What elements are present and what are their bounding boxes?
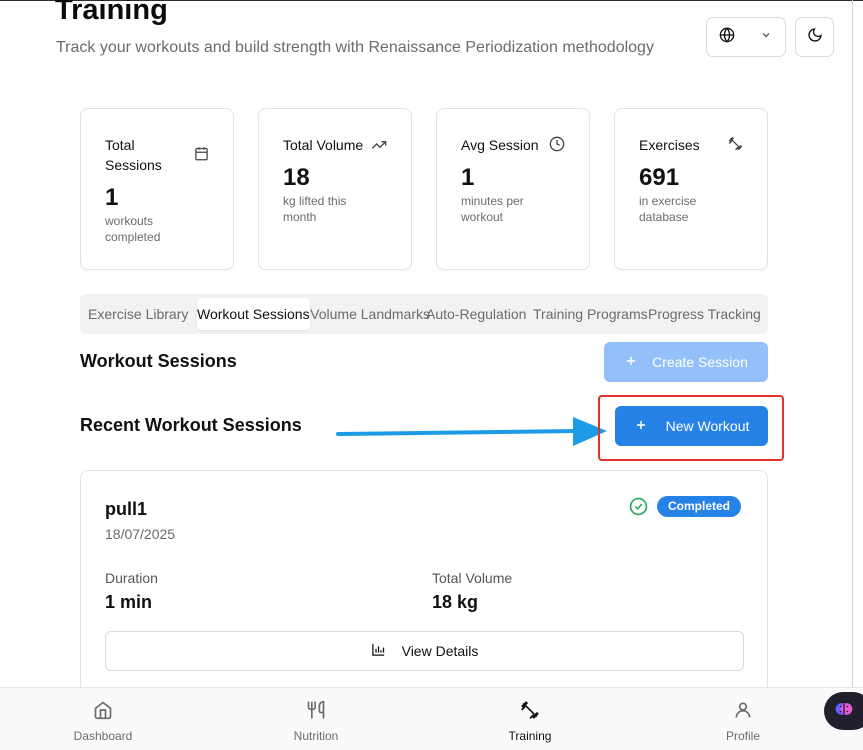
brain-icon [834, 699, 854, 724]
nav-label: Training [508, 729, 552, 743]
utensils-icon [306, 700, 326, 723]
session-name: pull1 [105, 499, 148, 519]
dumbbell-icon [728, 136, 743, 151]
check-circle-icon [629, 497, 648, 516]
stat-label: Exercises [639, 137, 700, 153]
total-volume-value: 18 kg [432, 592, 479, 612]
moon-icon [807, 27, 823, 48]
plus-icon [634, 418, 648, 435]
clock-icon [549, 136, 565, 152]
chevron-down-icon [760, 28, 772, 46]
tab-training-programs[interactable]: Training Programs [533, 298, 653, 330]
nav-item-training[interactable]: Training [485, 700, 575, 743]
recent-sessions-title: Recent Workout Sessions [80, 415, 302, 435]
stat-desc: kg lifted this month [283, 194, 347, 224]
page-title: Training [55, 0, 168, 26]
view-details-button[interactable]: View Details [105, 631, 744, 671]
user-icon [733, 700, 753, 723]
calendar-icon [194, 146, 209, 161]
duration-value: 1 min [105, 592, 153, 612]
stat-card-total-sessions: Total Sessions 1 workouts completed [80, 108, 234, 270]
stat-label: Total Volume [283, 137, 364, 153]
stat-card-avg-session: Avg Session 1 minutes per workout [436, 108, 590, 270]
session-card: pull1 18/07/2025 Completed Duration 1 mi… [80, 470, 768, 710]
create-session-label: Create Session [652, 354, 748, 370]
trending-up-icon [371, 137, 387, 153]
nav-label: Nutrition [293, 729, 339, 743]
theme-toggle-button[interactable] [795, 17, 834, 57]
stat-value: 1 [461, 164, 475, 191]
nav-label: Dashboard [73, 729, 133, 743]
assistant-floating-button[interactable] [824, 692, 863, 730]
plus-icon [624, 354, 638, 371]
scrollbar-edge [852, 0, 853, 688]
nav-item-profile[interactable]: Profile [698, 700, 788, 743]
nav-item-dashboard[interactable]: Dashboard [58, 700, 148, 743]
tab-workout-sessions[interactable]: Workout Sessions [197, 298, 310, 330]
stat-value: 691 [639, 164, 680, 191]
create-session-button[interactable]: Create Session [604, 342, 768, 382]
view-details-label: View Details [401, 643, 479, 659]
bar-chart-icon [371, 642, 386, 660]
nav-label: Profile [725, 729, 760, 743]
tab-auto-regulation[interactable]: Auto-Regulation [426, 298, 526, 330]
stat-card-exercises: Exercises 691 in exercise database [614, 108, 768, 270]
annotation-arrow [336, 417, 607, 446]
stat-label: Avg Session [461, 137, 539, 153]
tab-exercise-library[interactable]: Exercise Library [88, 298, 188, 330]
stat-desc: in exercise database [639, 194, 697, 224]
bottom-nav: Dashboard Nutrition Training Profile [0, 687, 863, 750]
stat-desc: workouts completed [105, 214, 161, 244]
page-subtitle: Track your workouts and build strength w… [56, 39, 654, 56]
new-workout-button[interactable]: New Workout [615, 406, 768, 446]
training-tabs: Exercise Library Workout Sessions Volume… [80, 294, 768, 334]
total-volume-label: Total Volume [432, 570, 513, 586]
tab-progress-tracking[interactable]: Progress Tracking [648, 298, 761, 330]
stat-desc: minutes per workout [461, 194, 524, 224]
stat-label: Total Sessions [105, 137, 162, 173]
nav-item-nutrition[interactable]: Nutrition [271, 700, 361, 743]
stat-value: 1 [105, 184, 119, 211]
globe-icon [719, 26, 735, 48]
section-title: Workout Sessions [80, 351, 237, 371]
status-badge: Completed [657, 496, 742, 517]
home-icon [93, 700, 113, 723]
language-select[interactable] [706, 17, 786, 57]
stat-card-total-volume: Total Volume 18 kg lifted this month [258, 108, 412, 270]
tab-volume-landmarks[interactable]: Volume Landmarks [310, 298, 430, 330]
stat-value: 18 [283, 164, 310, 191]
session-date: 18/07/2025 [105, 526, 176, 542]
duration-label: Duration [105, 570, 158, 586]
new-workout-label: New Workout [665, 418, 750, 434]
dumbbell-icon [520, 700, 540, 723]
